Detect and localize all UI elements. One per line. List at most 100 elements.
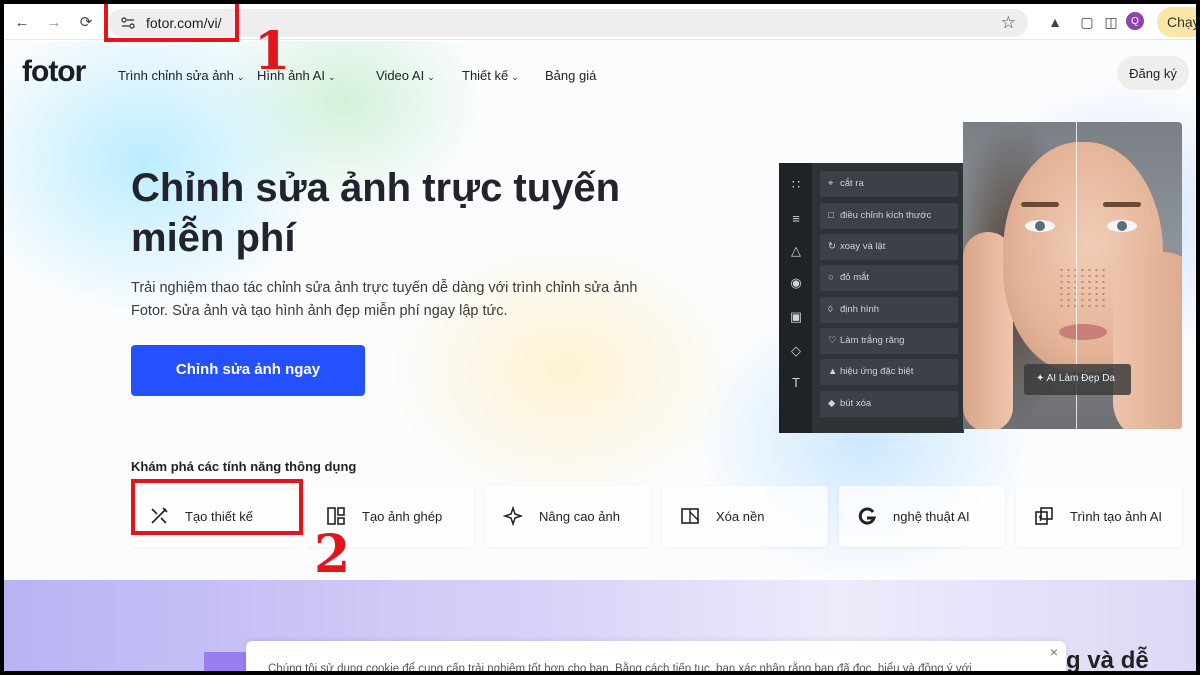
resize-icon: □	[828, 210, 834, 221]
feature-label: Trình tạo ảnh AI	[1070, 509, 1163, 524]
close-icon[interactable]: ×	[1050, 644, 1058, 660]
menu-label: Trình chỉnh sửa ảnh	[118, 68, 234, 83]
hero-title: Chỉnh sửa ảnh trực tuyến miễn phí	[131, 163, 691, 263]
effects-icon: ▲	[828, 366, 838, 377]
fotor-logo[interactable]: fotor	[22, 55, 86, 89]
hero-title-line: miễn phí	[131, 216, 296, 260]
hero-description: Trải nghiệm thao tác chỉnh sửa ảnh trực …	[131, 277, 661, 323]
editor-preview-panel: ∷ ≡ △ ◉ ▣ ◇ T ⌖ cắt ra □ điều chỉnh kích t…	[779, 163, 964, 433]
edit-photo-now-button[interactable]: Chỉnh sửa ảnh ngay	[131, 345, 365, 396]
annotation-number: 2	[314, 524, 351, 585]
reload-icon[interactable]: ⟳	[74, 10, 98, 34]
features-heading: Khám phá các tính năng thông dụng	[131, 459, 357, 474]
sparkle-enhance-icon	[503, 506, 523, 526]
eraser-icon: ◆	[828, 398, 836, 409]
adjust-icon: ≡	[792, 211, 800, 226]
menu-label: Thiết kế	[462, 68, 509, 83]
tool-item: ▲ hiệu ứng đặc biệt	[820, 359, 958, 385]
eye-icon: ◉	[790, 275, 802, 290]
menu-label: Bảng giá	[545, 68, 597, 83]
cookie-text: Chúng tôi sử dụng cookie để cung cấp trả…	[268, 663, 972, 671]
teeth-icon: ♡	[828, 335, 837, 346]
feature-card-ai-image-generator[interactable]: Trình tạo ảnh AI	[1016, 486, 1182, 547]
feature-label: Xóa nền	[716, 509, 765, 524]
tool-label: điều chỉnh kích thước	[840, 210, 932, 221]
tool-label: xoay và lật	[840, 241, 886, 252]
tool-label: đỏ mắt	[840, 272, 870, 283]
portrait-brow	[1021, 202, 1059, 207]
bookmark-star-icon[interactable]: ☆	[1001, 13, 1016, 33]
red-eye-icon: ○	[828, 272, 834, 283]
flask-icon: △	[791, 243, 801, 258]
address-bar[interactable]: fotor.com/vi/ ☆	[108, 9, 1028, 37]
reshape-icon: ◊	[828, 304, 833, 315]
tool-label: định hình	[840, 304, 880, 315]
chevron-down-icon: ⌄	[511, 72, 519, 82]
feature-card-ai-art[interactable]: nghệ thuật AI	[839, 486, 1005, 547]
chevron-down-icon: ⌄	[236, 72, 245, 82]
signup-button[interactable]: Đăng ký	[1117, 56, 1189, 90]
remove-background-icon	[681, 508, 699, 524]
menu-design[interactable]: Thiết kế ⌄	[462, 68, 519, 83]
portrait-lips	[1059, 324, 1107, 340]
portrait-iris	[1117, 221, 1127, 231]
menu-label: Video AI	[376, 68, 425, 83]
tool-item: ↻ xoay và lật	[820, 234, 958, 260]
decorative-block	[204, 652, 250, 671]
ai-art-g-icon	[858, 507, 877, 525]
ai-image-generator-icon	[1035, 507, 1053, 525]
frame-icon: ▣	[789, 309, 803, 324]
profile-avatar[interactable]: Q	[1126, 12, 1144, 30]
feature-card-enhance[interactable]: Nâng cao ảnh	[485, 486, 651, 547]
fotor-page: fotor Trình chỉnh sửa ảnh ⌄ Hình ảnh AI ⌄ …	[4, 41, 1196, 671]
cookie-banner: Chúng tôi sử dụng cookie để cung cấp trả…	[246, 641, 1066, 671]
tool-item: □ điều chỉnh kích thước	[820, 203, 958, 229]
tool-label: hiệu ứng đặc biệt	[840, 366, 914, 377]
back-icon[interactable]: ←	[10, 10, 34, 34]
portrait-brow	[1103, 202, 1141, 207]
extensions-icon[interactable]: ▢	[1076, 11, 1098, 33]
feature-label: Tạo ảnh ghép	[362, 509, 443, 524]
menu-photo-editor[interactable]: Trình chỉnh sửa ảnh ⌄	[118, 68, 244, 83]
feature-card-remove-bg[interactable]: Xóa nền	[662, 486, 828, 547]
portrait-right-hand	[1113, 252, 1182, 429]
portrait-iris	[1035, 221, 1045, 231]
editor-tool-rail: ∷ ≡ △ ◉ ▣ ◇ T	[779, 163, 812, 433]
menu-pricing[interactable]: Bảng giá	[545, 68, 596, 83]
portrait-eye	[1107, 220, 1137, 232]
hero-desc-line: Fotor. Sửa ảnh và tạo hình ảnh đẹp miễn …	[131, 303, 508, 319]
annotation-box-url	[104, 4, 239, 42]
annotation-number: 1	[254, 21, 291, 82]
crop-icon: ⌖	[828, 178, 834, 189]
text-icon: T	[792, 375, 800, 390]
sparkle-face-icon: ✦	[1036, 373, 1045, 384]
run-button[interactable]: Chạy	[1157, 7, 1196, 37]
portrait-freckles	[1058, 267, 1108, 307]
portrait-eye	[1025, 220, 1055, 232]
tool-label: bút xóa	[840, 398, 872, 409]
rotate-icon: ↻	[828, 241, 836, 252]
grid-icon: ∷	[791, 177, 801, 192]
hero-title-line: Chỉnh sửa ảnh trực tuyến	[131, 166, 621, 210]
ai-badge-label: AI Làm Đẹp Da	[1046, 373, 1115, 384]
chevron-down-icon: ⌄	[327, 72, 336, 82]
chevron-down-icon: ⌄	[427, 72, 435, 82]
tool-item: ◆ bút xóa	[820, 391, 958, 417]
sidebar-icon[interactable]: ◫	[1100, 11, 1122, 33]
shapes-icon: ◇	[791, 343, 801, 358]
menu-ai-video[interactable]: Video AI ⌄	[376, 68, 435, 83]
incognito-icon[interactable]: ▲	[1044, 11, 1066, 33]
forward-icon[interactable]: →	[42, 10, 66, 34]
hero-desc-line: Trải nghiệm thao tác chỉnh sửa ảnh trực …	[131, 280, 638, 296]
tool-item: ○ đỏ mắt	[820, 265, 958, 291]
tool-item: ◊ định hình	[820, 297, 958, 323]
ai-skin-beauty-badge[interactable]: ✦ AI Làm Đẹp Da	[1024, 364, 1131, 395]
feature-label: Nâng cao ảnh	[539, 509, 620, 524]
tool-label: cắt ra	[840, 178, 864, 189]
tool-item: ♡ Làm trắng răng	[820, 328, 958, 354]
section-title-fragment: g và dễ	[1066, 647, 1149, 671]
feature-label: nghệ thuật AI	[893, 509, 970, 524]
tool-label: Làm trắng răng	[840, 335, 905, 346]
tool-item: ⌖ cắt ra	[820, 171, 958, 197]
browser-window: ← → ⟳ fotor.com/vi/ ☆ ▲ ▢ ◫ Q Chạy fotor…	[4, 4, 1196, 671]
